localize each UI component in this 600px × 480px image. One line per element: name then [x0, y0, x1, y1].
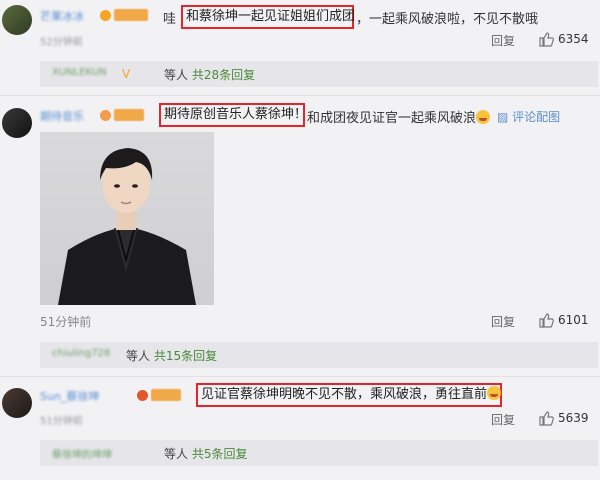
- more-replies-link[interactable]: 共28条回复: [192, 68, 255, 82]
- timestamp: 52分钟前: [40, 37, 83, 48]
- comment-image[interactable]: [40, 132, 214, 305]
- reply-button[interactable]: 回复: [491, 313, 515, 330]
- divider: [0, 95, 600, 96]
- avatar[interactable]: [2, 5, 32, 35]
- more-replies-link[interactable]: 共15条回复: [154, 349, 217, 363]
- divider: [0, 376, 600, 377]
- reply-suffix: 等人: [126, 349, 151, 363]
- v-icon: V: [122, 67, 131, 81]
- like-button[interactable]: 6354: [538, 31, 589, 47]
- member-badge: [114, 109, 144, 121]
- reply-suffix: 等人: [164, 68, 189, 82]
- like-count: 6354: [558, 32, 589, 46]
- reply-usernames[interactable]: XUNLEKUN: [52, 67, 107, 78]
- comment-text: 和成团夜见证官一起乘风破浪: [307, 107, 491, 126]
- comment-prefix: 哇: [163, 12, 177, 27]
- timestamp: 51分钟前: [40, 416, 83, 427]
- image-icon: ▨: [497, 110, 509, 124]
- emoji-icon: [487, 386, 502, 400]
- thumbs-up-icon: [539, 32, 554, 47]
- comment-image-link[interactable]: ▨ 评论配图: [497, 108, 560, 125]
- verified-icon: [100, 110, 111, 121]
- reply-thread: XUNLEKUN V 等人 共28条回复: [40, 61, 598, 87]
- thumbs-up-icon: [539, 411, 554, 426]
- reply-button[interactable]: 回复: [491, 411, 515, 428]
- reply-usernames[interactable]: 蔡徐坤的坤坤: [52, 446, 112, 461]
- like-button[interactable]: 5639: [538, 410, 589, 426]
- username[interactable]: Sun_蔡徐坤: [40, 388, 99, 404]
- reply-usernames[interactable]: chiuling728: [52, 348, 110, 359]
- verified-icon: [100, 10, 111, 21]
- highlighted-text: 见证官蔡徐坤明晚不见不散，乘风破浪，勇往直前: [196, 383, 502, 407]
- thumbs-up-icon: [539, 313, 554, 328]
- highlighted-text: 期待原创音乐人蔡徐坤！: [159, 103, 307, 127]
- more-replies-link[interactable]: 共5条回复: [192, 447, 248, 461]
- reply-button[interactable]: 回复: [491, 32, 515, 49]
- reply-suffix: 等人: [164, 447, 189, 461]
- emoji-icon: [476, 110, 491, 124]
- member-badge: [151, 389, 181, 401]
- username[interactable]: 期待音乐: [40, 108, 84, 124]
- avatar[interactable]: [2, 388, 32, 418]
- like-button[interactable]: 6101: [538, 312, 589, 328]
- reply-thread: 蔡徐坤的坤坤 等人 共5条回复: [40, 440, 598, 466]
- like-count: 6101: [558, 313, 589, 327]
- username[interactable]: 芒果冰冰: [40, 8, 84, 24]
- reply-thread: chiuling728 等人 共15条回复: [40, 342, 598, 368]
- highlighted-text: 和蔡徐坤一起见证姐姐们成团: [181, 5, 355, 29]
- timestamp: 51分钟前: [40, 315, 92, 329]
- like-count: 5639: [558, 411, 589, 425]
- verified-icon: [137, 390, 148, 401]
- member-badge: [114, 9, 148, 21]
- comment-text: ，一起乘风破浪啦，不见不散哦: [356, 12, 539, 27]
- avatar[interactable]: [2, 108, 32, 138]
